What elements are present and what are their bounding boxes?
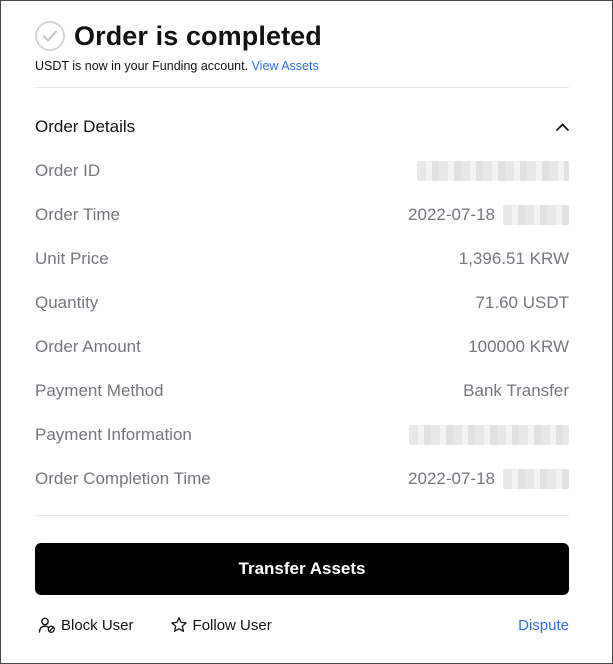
order-time-value: 2022-07-18	[408, 205, 495, 224]
row-label: Payment Method	[35, 381, 164, 400]
row-order-completion-time: Order Completion Time 2022-07-18	[35, 457, 569, 501]
block-user-button[interactable]: Block User	[38, 616, 134, 634]
row-value	[417, 161, 569, 181]
star-outline-icon	[170, 617, 187, 632]
row-label: Order Time	[35, 205, 121, 224]
order-details-list: Order ID Order Time 2022-07-18 Unit Pric…	[35, 149, 569, 501]
section-title: Order Details	[35, 117, 136, 136]
row-payment-information: Payment Information	[35, 413, 569, 457]
order-status-header: Order is completed USDT is now in your F…	[35, 19, 569, 73]
row-label: Order Amount	[35, 337, 141, 356]
row-label: Order Completion Time	[35, 469, 211, 488]
row-payment-method: Payment Method Bank Transfer	[35, 369, 569, 413]
dispute-link[interactable]: Dispute	[518, 617, 569, 634]
block-user-icon	[38, 617, 55, 633]
subtitle: USDT is now in your Funding account. Vie…	[35, 59, 569, 73]
completion-time-value: 2022-07-18	[408, 469, 495, 488]
row-quantity: Quantity 71.60 USDT	[35, 281, 569, 325]
order-details-header[interactable]: Order Details	[35, 113, 569, 141]
row-value: Bank Transfer	[463, 381, 569, 400]
row-order-id: Order ID	[35, 149, 569, 193]
row-value: 2022-07-18	[408, 469, 569, 489]
page-title: Order is completed	[74, 20, 322, 51]
row-value: 71.60 USDT	[475, 293, 569, 312]
check-circle-icon	[35, 21, 65, 51]
row-label: Payment Information	[35, 425, 192, 444]
redacted-time	[503, 469, 569, 489]
chevron-up-icon[interactable]	[555, 120, 569, 134]
follow-user-label: Follow User	[192, 616, 272, 634]
follow-user-button[interactable]: Follow User	[170, 616, 272, 634]
footer-actions: Block User Follow User Dispute	[38, 613, 569, 637]
row-order-amount: Order Amount 100000 KRW	[35, 325, 569, 369]
block-user-label: Block User	[61, 616, 134, 634]
row-value: 2022-07-18	[408, 205, 569, 225]
row-unit-price: Unit Price 1,396.51 KRW	[35, 237, 569, 281]
redacted-order-id	[417, 161, 569, 181]
row-value: 1,396.51 KRW	[458, 249, 569, 268]
row-label: Unit Price	[35, 249, 109, 268]
order-completed-card: Order is completed USDT is now in your F…	[0, 0, 613, 664]
divider-top	[35, 87, 569, 88]
divider-bottom	[35, 515, 569, 516]
title-row: Order is completed	[35, 19, 569, 53]
redacted-payment-info	[409, 425, 569, 445]
row-label: Order ID	[35, 161, 101, 180]
view-assets-link[interactable]: View Assets	[252, 59, 319, 73]
transfer-assets-button[interactable]: Transfer Assets	[35, 543, 569, 595]
row-value	[409, 425, 569, 445]
row-value: 100000 KRW	[468, 337, 569, 356]
redacted-time	[503, 205, 569, 225]
row-label: Quantity	[35, 293, 99, 312]
row-order-time: Order Time 2022-07-18	[35, 193, 569, 237]
subtitle-text: USDT is now in your Funding account.	[35, 59, 249, 73]
